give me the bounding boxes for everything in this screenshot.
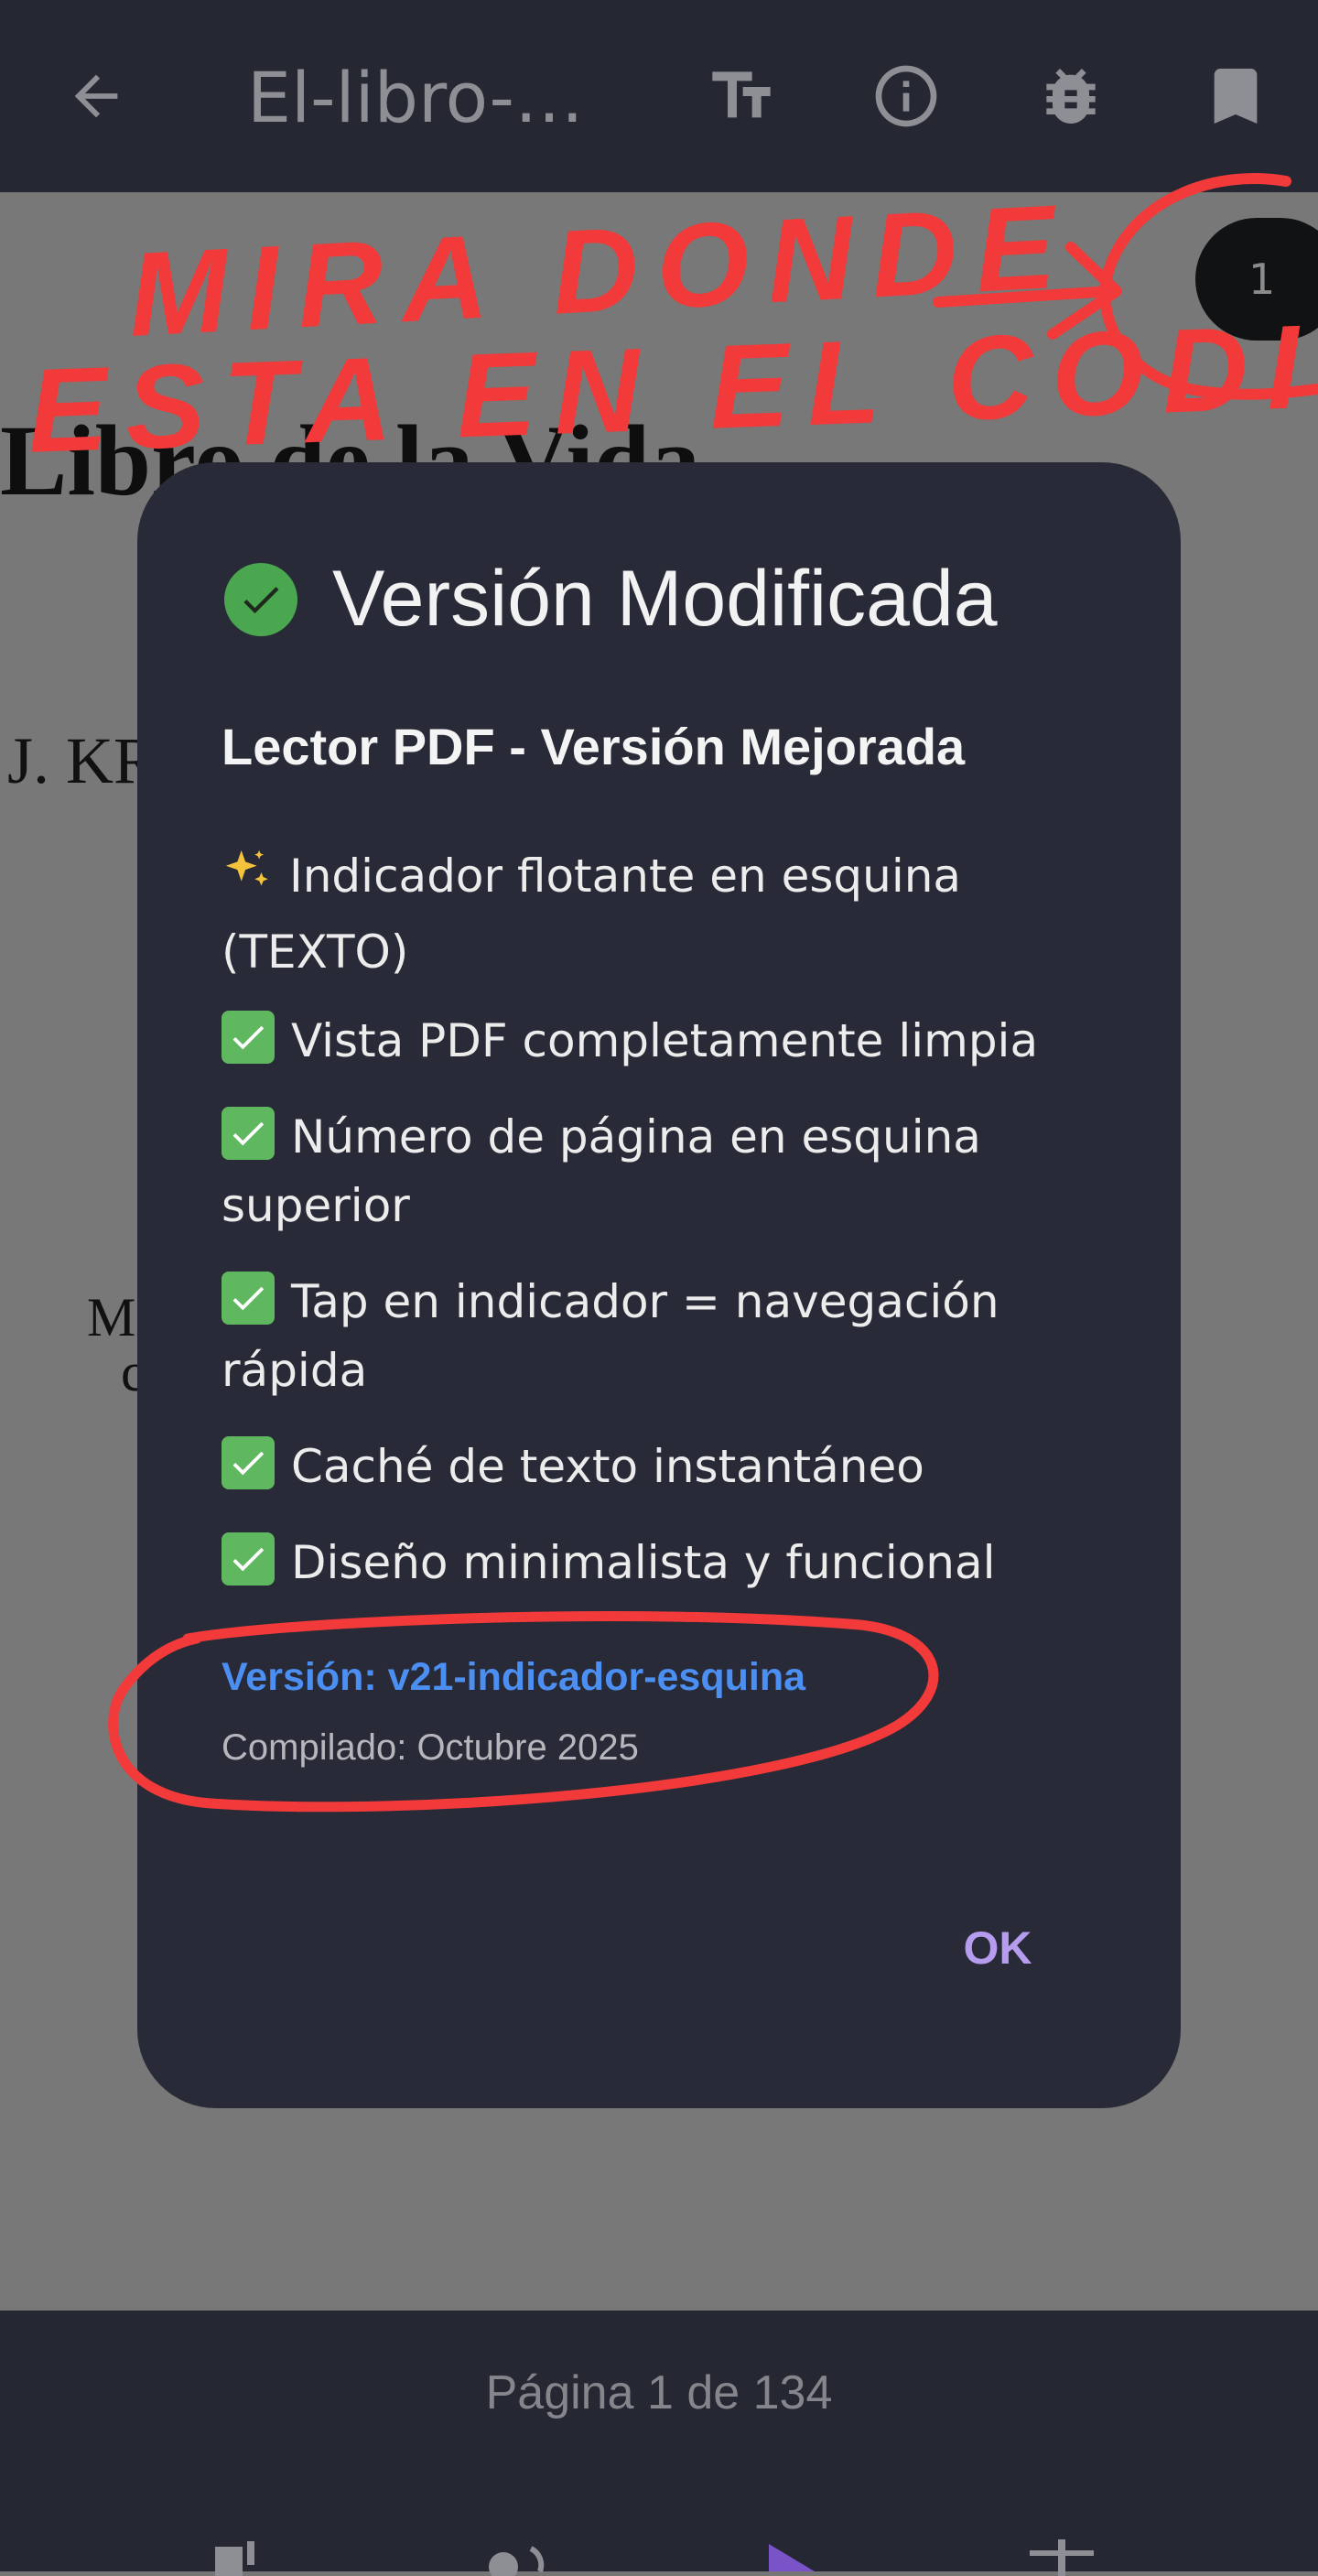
version-dialog: Versión Modificada Lector PDF - Versión … xyxy=(137,462,1181,2108)
page-number: 1 xyxy=(1248,254,1276,304)
bug-icon xyxy=(1046,69,1096,124)
check-box-icon xyxy=(221,1436,275,1489)
feature-item: Indicador flotante en esquina (TEXTO) xyxy=(221,842,1064,987)
back-arrow-icon xyxy=(74,74,118,118)
feature-item: Vista PDF completamente limpia xyxy=(221,1007,1064,1076)
document-title: El-libro-de-la-vida xyxy=(247,57,613,138)
ok-button[interactable]: OK xyxy=(943,1898,1053,1998)
text-size-button[interactable] xyxy=(700,55,783,137)
info-button[interactable] xyxy=(865,55,947,137)
check-box-icon xyxy=(221,1011,275,1064)
document-author: J. KR xyxy=(7,724,158,797)
compiled-date: Compilado: Octubre 2025 xyxy=(221,1727,639,1768)
check-box-icon xyxy=(221,1272,275,1325)
read-aloud-icon[interactable] xyxy=(476,2539,558,2576)
info-icon xyxy=(875,65,937,127)
bookmark-button[interactable] xyxy=(1194,55,1277,137)
feature-item: Número de página en esquina superior xyxy=(221,1103,1064,1240)
text-size-icon xyxy=(712,71,771,118)
add-bookmark-icon[interactable] xyxy=(211,2539,275,2576)
feature-text: Número de página en esquina superior xyxy=(221,1110,981,1232)
debug-button[interactable] xyxy=(1030,55,1112,137)
feature-item: Diseño minimalista y funcional xyxy=(221,1529,1064,1597)
dialog-subtitle: Lector PDF - Versión Mejorada xyxy=(221,718,966,775)
feature-item: Tap en indicador = navegación rápida xyxy=(221,1268,1064,1405)
feature-text: Vista PDF completamente limpia xyxy=(291,1014,1039,1067)
version-label: Versión: v21-indicador-esquina xyxy=(221,1655,806,1699)
feature-text: Diseño minimalista y funcional xyxy=(291,1536,996,1589)
dialog-title: Versión Modificada xyxy=(332,555,998,643)
feature-text: Indicador flotante en esquina (TEXTO) xyxy=(221,850,962,979)
check-circle-icon xyxy=(224,562,297,636)
check-box-icon xyxy=(221,1532,275,1586)
feature-text: Tap en indicador = navegación rápida xyxy=(221,1275,999,1397)
back-button[interactable] xyxy=(55,55,137,137)
page-indicator[interactable]: Página 1 de 134 xyxy=(0,2365,1318,2420)
bottom-bar: Página 1 de 134 xyxy=(0,2311,1318,2576)
top-app-bar: El-libro-de-la-vida xyxy=(0,0,1318,192)
settings-sliders-icon[interactable] xyxy=(1025,2539,1098,2576)
feature-text: Caché de texto instantáneo xyxy=(291,1440,924,1493)
sparkles-icon xyxy=(221,846,276,918)
feature-item: Caché de texto instantáneo xyxy=(221,1433,1064,1501)
check-box-icon xyxy=(221,1107,275,1160)
bookmark-icon xyxy=(1214,69,1258,124)
dialog-title-row: Versión Modificada xyxy=(224,554,998,644)
document-text-fragment: M xyxy=(87,1287,136,1348)
play-icon[interactable] xyxy=(760,2539,824,2576)
